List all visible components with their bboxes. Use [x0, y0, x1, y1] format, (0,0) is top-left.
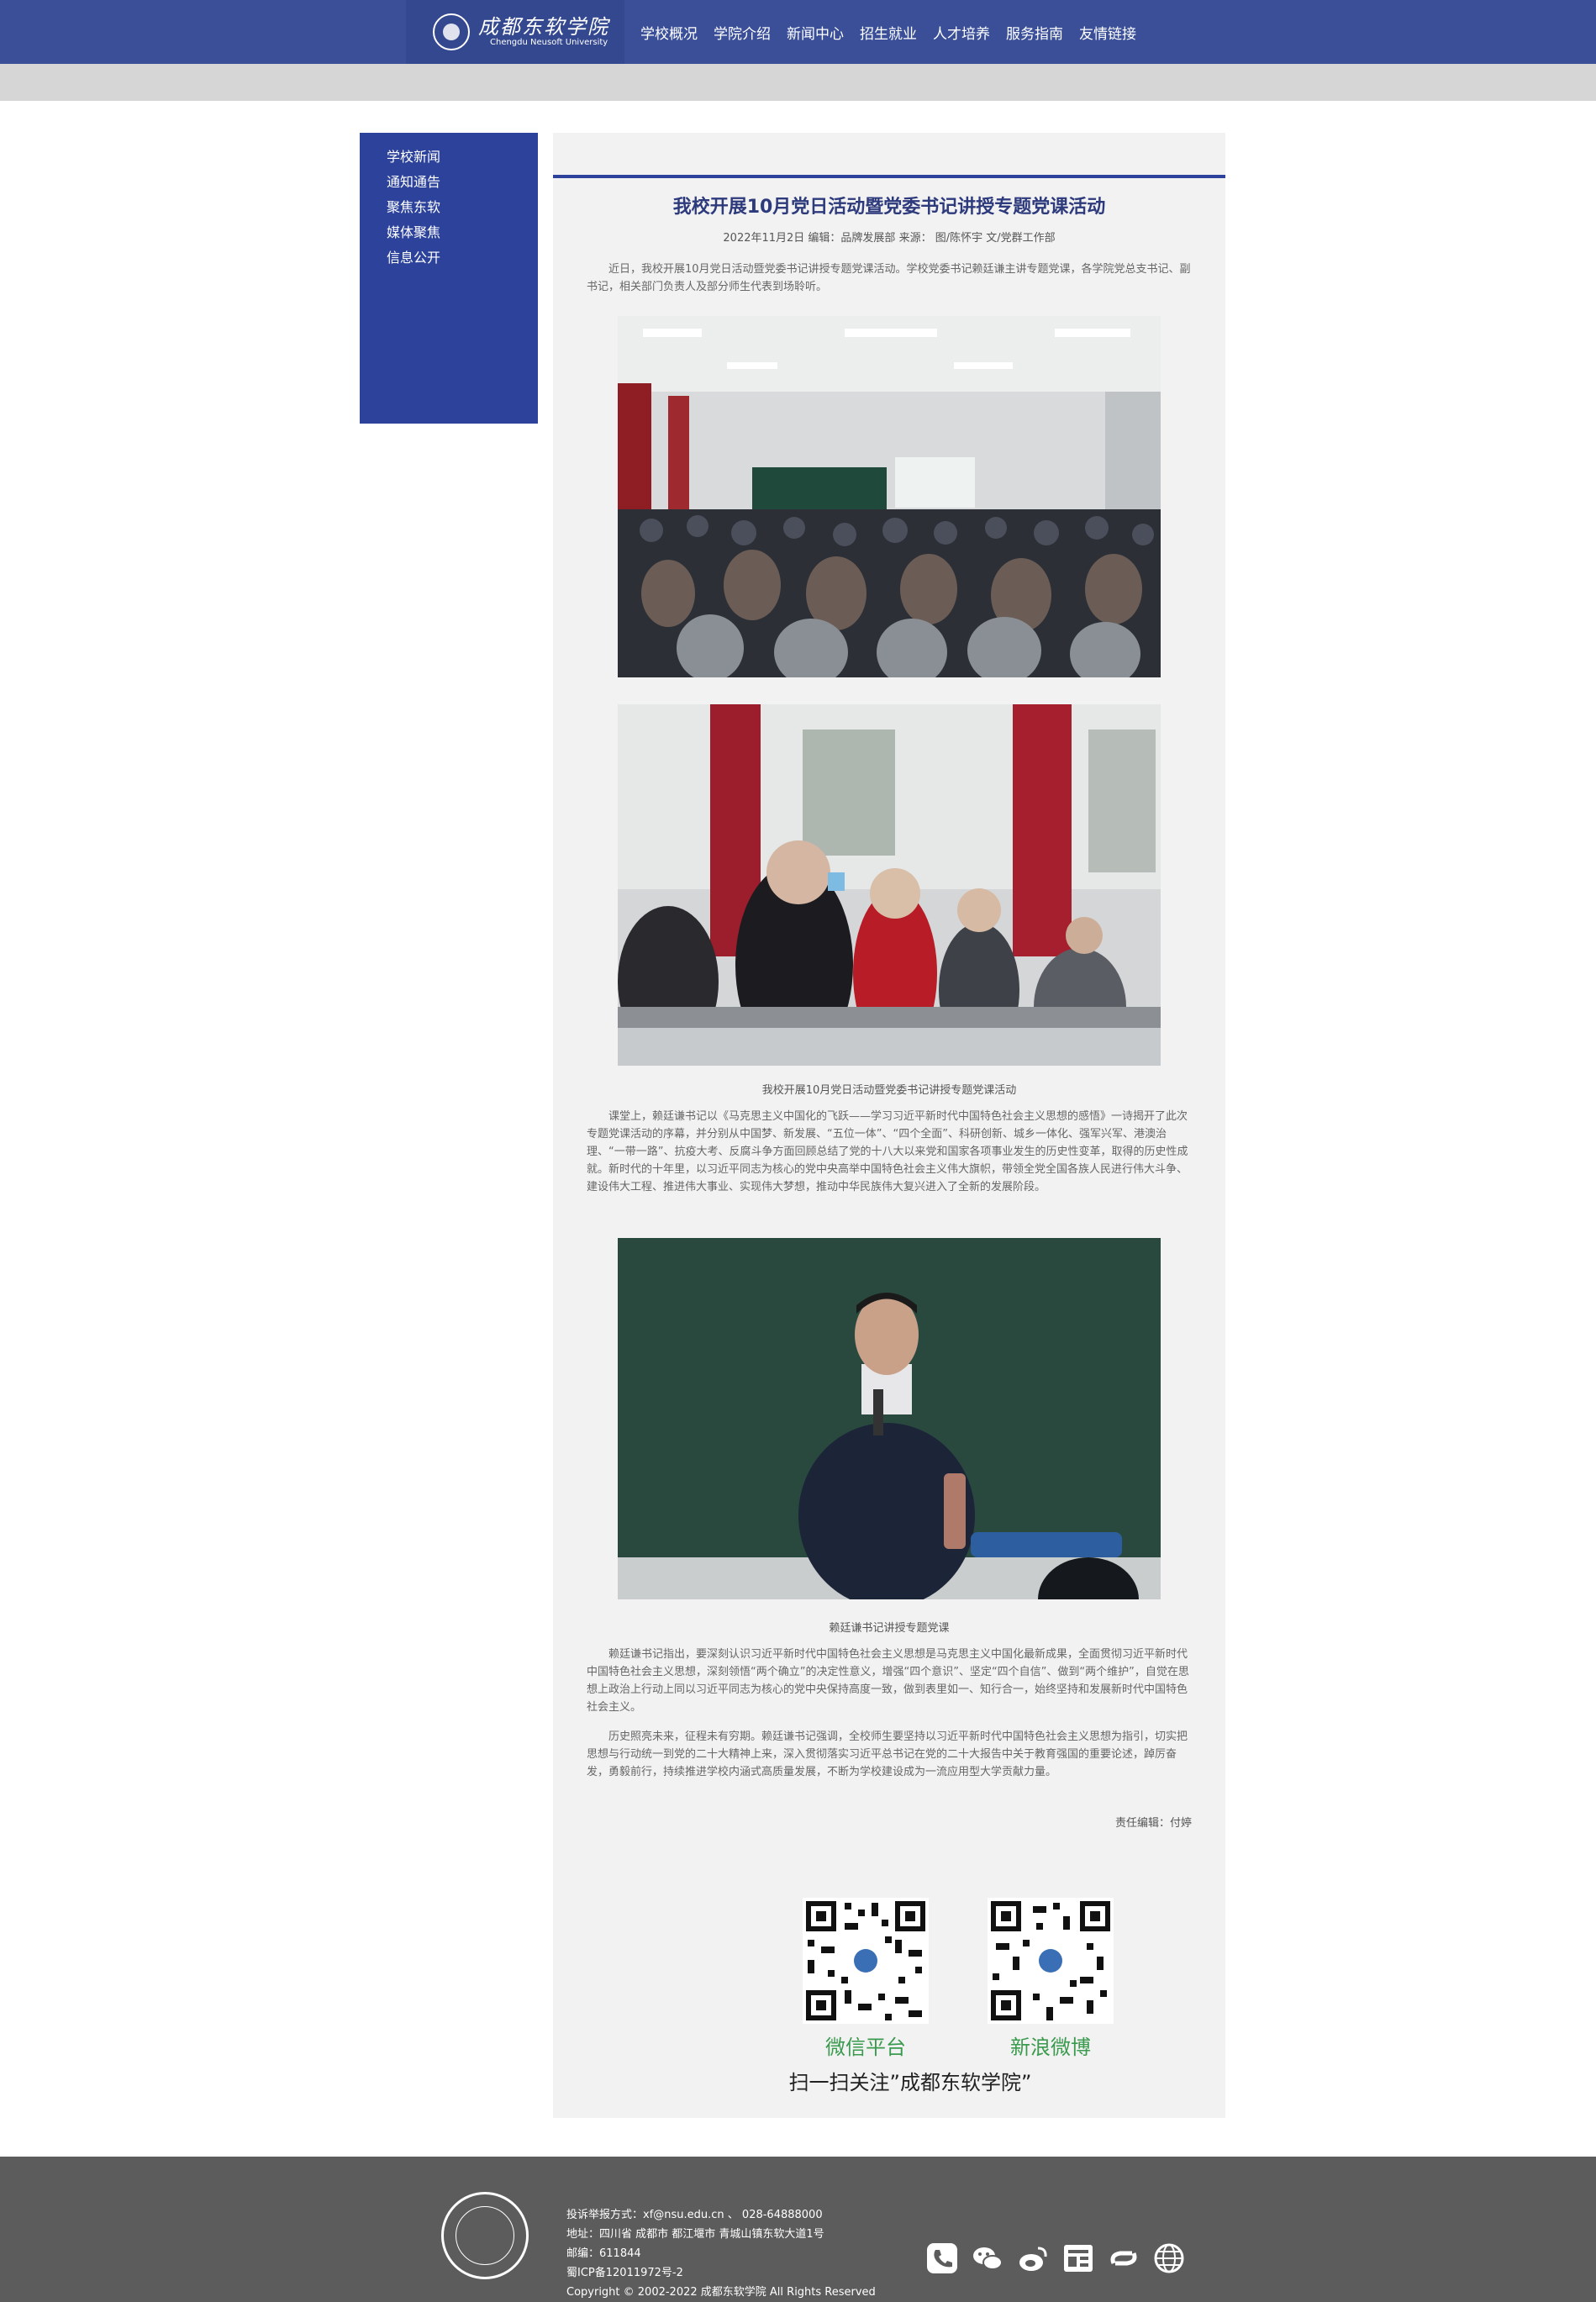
article-meta: 2022年11月2日 编辑：品牌发展部 来源： 图/陈怀宇 文/党群工作部	[723, 232, 1056, 245]
sidebar-item-notices[interactable]: 通知通告	[387, 170, 538, 195]
wechat-platform-label: 微信平台	[825, 2036, 906, 2059]
article-paragraph-points: 赖廷谦书记指出，要深刻认识习近平新时代中国特色社会主义思想是马克思主义中国化最新…	[587, 1648, 1189, 1714]
school-emblem-icon	[433, 13, 470, 50]
sidebar: 学校新闻 通知通告 聚焦东软 媒体聚焦 信息公开	[360, 133, 538, 424]
logo-english-name: Chengdu Neusoft University	[490, 38, 608, 47]
nav-item-links[interactable]: 友情链接	[1079, 22, 1136, 43]
university-seal-icon	[441, 2192, 529, 2279]
wechat-icon[interactable]	[970, 2241, 1005, 2276]
article-paragraph-lecture: 课堂上，赖廷谦书记以《马克思主义中国化的飞跃——学习习近平新时代中国特色社会主义…	[587, 1110, 1188, 1193]
article-title: 我校开展10月党日活动暨党委书记讲授专题党课活动	[672, 197, 1106, 218]
top-header: 成都东软学院 Chengdu Neusoft University 学校概况 学…	[0, 0, 1596, 64]
speaker-photo	[618, 1238, 1161, 1599]
nav-item-admissions[interactable]: 招生就业	[860, 22, 917, 43]
nav-item-school-overview[interactable]: 学校概况	[640, 22, 698, 43]
footer-icp[interactable]: 蜀ICP备12011972号-2	[566, 2263, 876, 2283]
banner-strip	[0, 64, 1596, 101]
toutiao-icon[interactable]	[1061, 2241, 1096, 2276]
seal-inner-ring	[456, 2206, 514, 2265]
qr-follow-block: 微信平台 新浪微博 扫一扫关注”成都东软学院”	[734, 1873, 1114, 2099]
wechat-qr-code[interactable]	[803, 1898, 929, 2024]
site-footer: 投诉举报方式：xf@nsu.edu.cn 、 028-64888000 地址：四…	[0, 2157, 1596, 2302]
weibo-label: 新浪微博	[1010, 2036, 1091, 2059]
nav-item-talent[interactable]: 人才培养	[933, 22, 990, 43]
footer-address: 地址：四川省 成都市 都江堰市 青城山镇东软大道1号	[566, 2228, 824, 2241]
footer-social-icons	[924, 2241, 1197, 2276]
sidebar-item-media-focus[interactable]: 媒体聚焦	[387, 220, 538, 245]
weibo-icon[interactable]	[1015, 2241, 1051, 2276]
main-nav: 学校概况 学院介绍 新闻中心 招生就业 人才培养 服务指南 友情链接	[640, 0, 1152, 64]
link-icon[interactable]	[1106, 2241, 1141, 2276]
students-listening-photo	[618, 704, 1161, 1066]
nav-item-colleges[interactable]: 学院介绍	[714, 22, 771, 43]
sidebar-item-info-disclosure[interactable]: 信息公开	[387, 245, 538, 271]
footer-report-contact: 投诉举报方式：xf@nsu.edu.cn 、 028-64888000	[566, 2209, 823, 2221]
follow-slogan: 扫一扫关注”成都东软学院”	[788, 2071, 1032, 2094]
article-panel: 我校开展10月党日活动暨党委书记讲授专题党课活动 2022年11月2日 编辑：品…	[553, 133, 1225, 2118]
footer-postcode: 邮编：611844	[566, 2247, 641, 2260]
logo-chinese-name: 成都东软学院	[478, 15, 609, 39]
sidebar-item-focus-neusoft[interactable]: 聚焦东软	[387, 195, 538, 220]
article-paragraph-conclusion: 历史照亮未来，征程未有穷期。赖廷谦书记强调，全校师生要坚持以习近平新时代中国特色…	[587, 1730, 1188, 1778]
footer-copyright: Copyright © 2002-2022 成都东软学院 All Rights …	[566, 2286, 876, 2299]
responsible-editor: 责任编辑：付婷	[1114, 1817, 1192, 1830]
lecture-hall-photo	[618, 316, 1161, 677]
phone-icon[interactable]	[924, 2241, 960, 2276]
globe-icon[interactable]	[1151, 2241, 1187, 2276]
nav-item-news-center[interactable]: 新闻中心	[787, 22, 844, 43]
photo-caption-speaker: 赖廷谦书记讲授专题党课	[829, 1622, 950, 1635]
weibo-qr-code[interactable]	[988, 1898, 1114, 2024]
logo-text: 成都东软学院 Chengdu Neusoft University	[478, 16, 609, 48]
nav-item-service-guide[interactable]: 服务指南	[1006, 22, 1063, 43]
article-paragraph-intro: 近日，我校开展10月党日活动暨党委书记讲授专题党课活动。学校党委书记赖廷谦主讲专…	[587, 263, 1191, 293]
photo-caption-activity: 我校开展10月党日活动暨党委书记讲授专题党课活动	[761, 1084, 1017, 1097]
sidebar-item-school-news[interactable]: 学校新闻	[387, 145, 538, 170]
title-divider	[553, 175, 1225, 178]
school-logo[interactable]: 成都东软学院 Chengdu Neusoft University	[406, 0, 624, 64]
footer-contact-info: 投诉举报方式：xf@nsu.edu.cn 、 028-64888000 地址：四…	[566, 2205, 876, 2302]
